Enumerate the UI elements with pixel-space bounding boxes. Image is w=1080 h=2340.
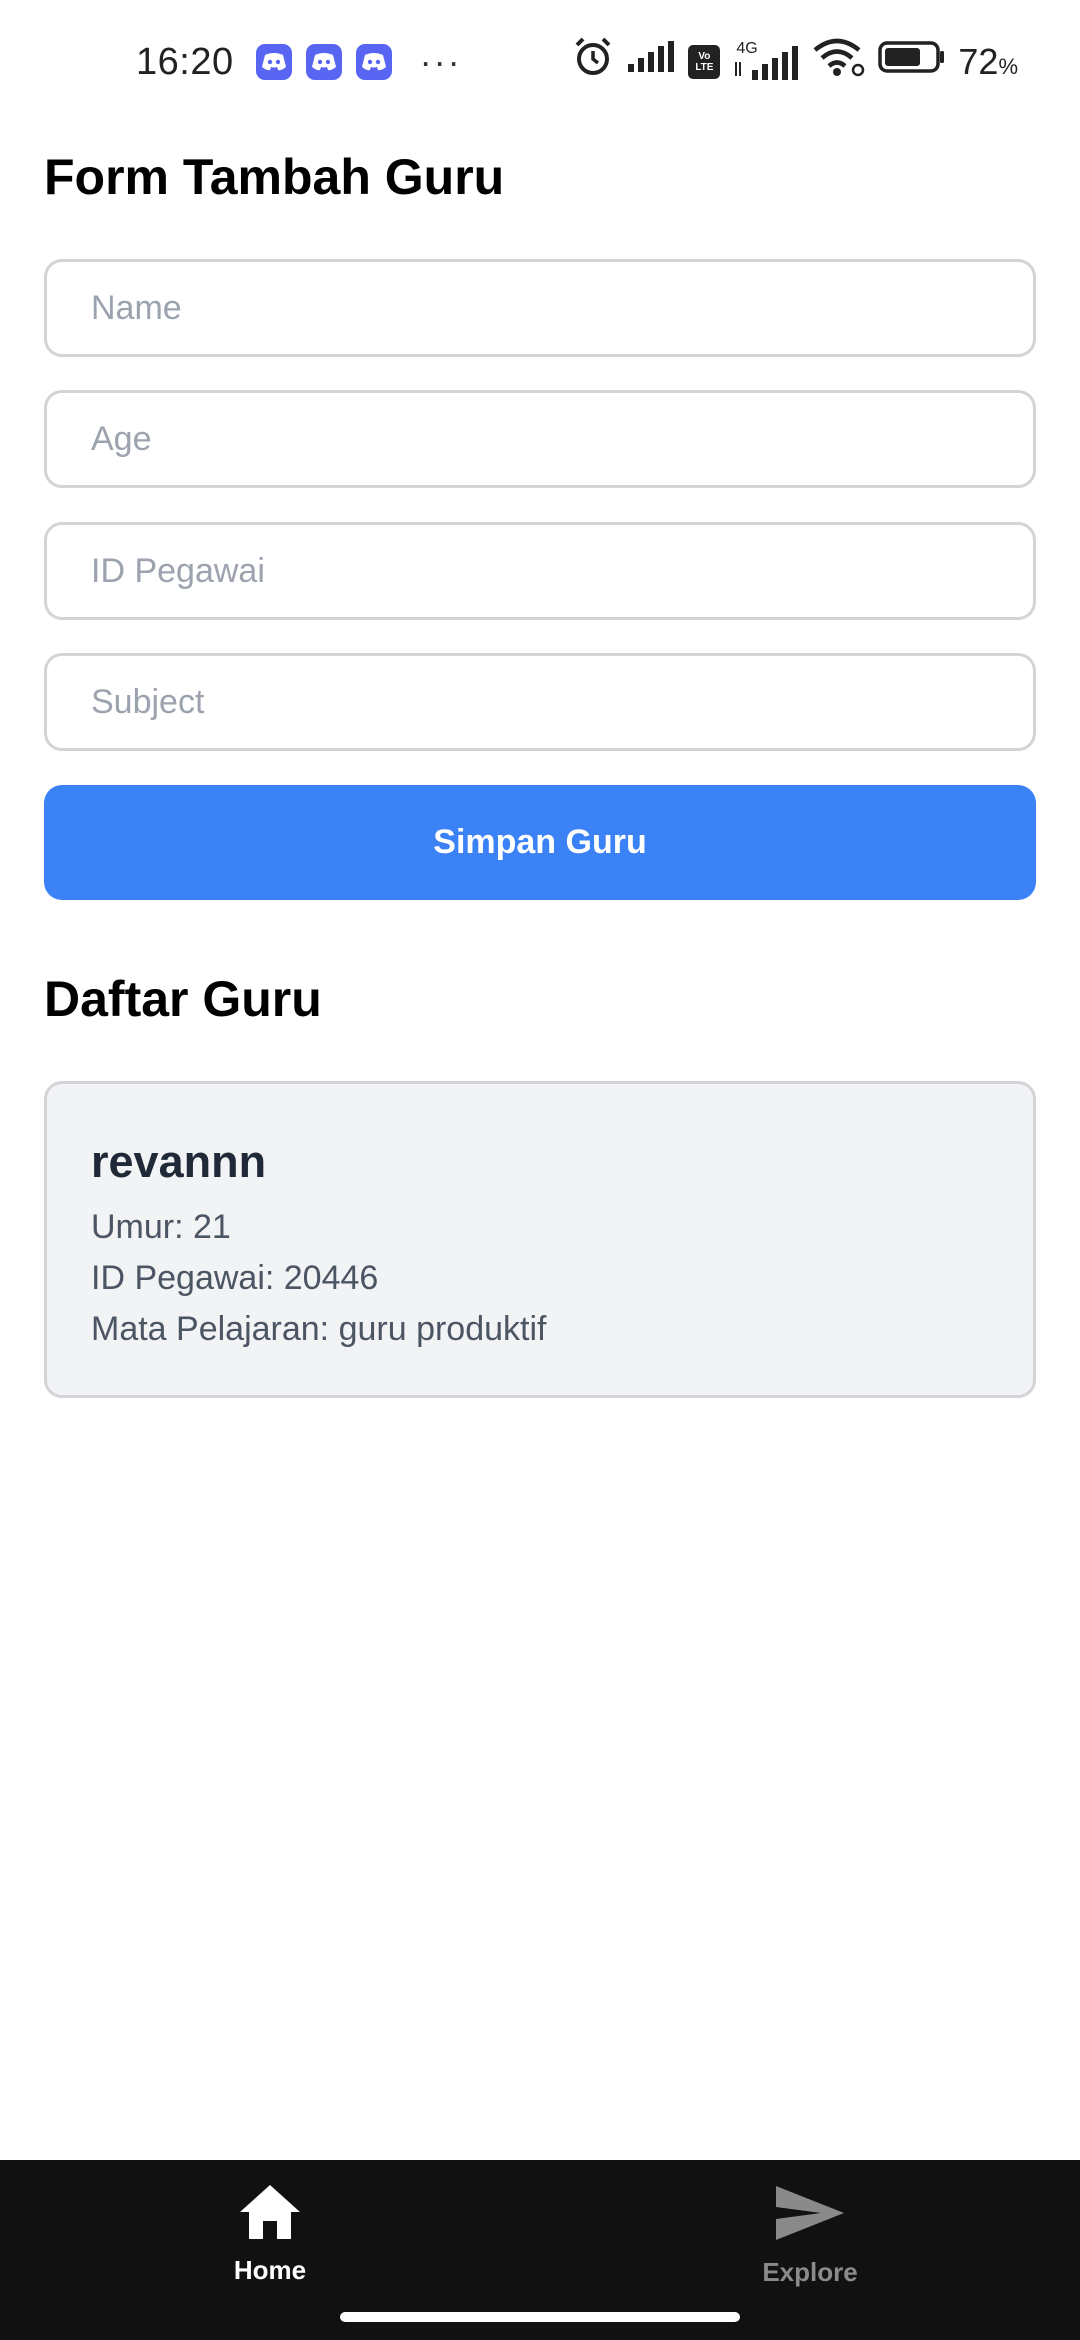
- wifi-icon: [812, 37, 866, 87]
- list-title: Daftar Guru: [44, 971, 322, 1027]
- discord-icon: [305, 44, 342, 80]
- status-bar-left: 16:20 ···: [136, 41, 462, 84]
- age-input[interactable]: [44, 390, 1036, 488]
- save-teacher-button[interactable]: Simpan Guru: [44, 785, 1036, 900]
- screen: 16:20 ··· Vo LTE 4G 72% Form Tambah Guru…: [0, 0, 1080, 2340]
- nav-home[interactable]: Home: [120, 2182, 420, 2302]
- home-icon: [237, 2182, 303, 2247]
- form-title: Form Tambah Guru: [44, 149, 505, 205]
- more-notifications-icon: ···: [419, 41, 462, 82]
- subject-input[interactable]: [44, 653, 1036, 751]
- battery-percent: 72%: [958, 41, 1018, 82]
- volte-icon: Vo LTE: [688, 45, 721, 79]
- send-icon: [773, 2182, 847, 2249]
- discord-icon: [255, 44, 292, 80]
- teacher-name: revannn: [91, 1136, 267, 1187]
- nav-home-label: Home: [233, 2255, 307, 2285]
- name-input[interactable]: [44, 259, 1036, 357]
- teacher-age: Umur: 21: [91, 1208, 231, 1246]
- teacher-subject: Mata Pelajaran: guru produktif: [91, 1310, 547, 1348]
- teacher-card: revannn Umur: 21 ID Pegawai: 20446 Mata …: [44, 1081, 1036, 1398]
- signal-icon: [626, 40, 676, 84]
- status-bar-right: Vo LTE 4G 72%: [560, 36, 1018, 88]
- home-indicator: [340, 2312, 740, 2322]
- nav-explore-label: Explore: [762, 2257, 858, 2287]
- alarm-icon: [572, 36, 614, 88]
- status-bar: 16:20 ··· Vo LTE 4G 72%: [0, 0, 1080, 124]
- id-pegawai-input[interactable]: [44, 522, 1036, 620]
- teacher-id: ID Pegawai: 20446: [91, 1259, 379, 1297]
- signal-4g-icon: 4G: [732, 40, 800, 82]
- discord-icon: [355, 44, 392, 80]
- status-time: 16:20: [136, 40, 234, 83]
- nav-explore[interactable]: Explore: [660, 2182, 960, 2302]
- battery-icon: [878, 40, 946, 84]
